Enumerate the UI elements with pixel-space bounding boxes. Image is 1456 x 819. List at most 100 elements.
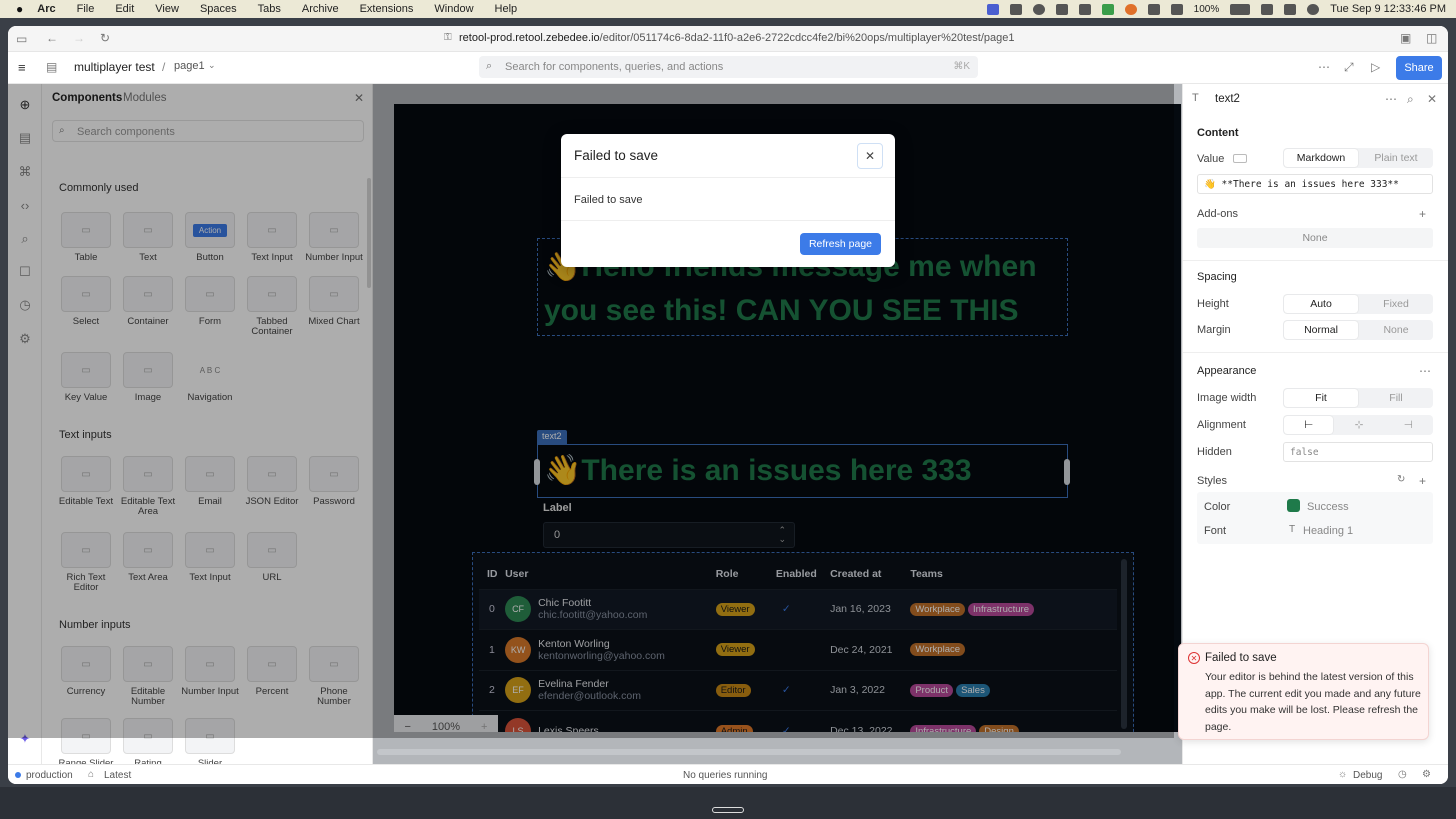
share-button[interactable]: Share (1396, 56, 1442, 80)
onepassword-icon[interactable] (1032, 3, 1045, 15)
split-view-icon[interactable]: ◫ (1426, 31, 1437, 45)
extension-icon[interactable]: ▣ (1400, 31, 1411, 45)
wifi-icon[interactable] (1261, 3, 1274, 15)
value-label: Value (1197, 153, 1225, 165)
env-name[interactable]: production (26, 770, 73, 781)
value-mode-markdown[interactable]: Markdown (1284, 149, 1358, 167)
image-width-fit[interactable]: Fit (1284, 389, 1358, 407)
settings-status-icon[interactable]: ⚙ (1422, 769, 1431, 780)
search-shortcut: ⌘K (953, 61, 970, 72)
headphones-icon[interactable] (1170, 3, 1183, 15)
spacing-section-title[interactable]: Spacing (1197, 271, 1237, 283)
menu-help[interactable]: Help (495, 3, 518, 15)
height-toggle[interactable]: Auto Fixed (1283, 294, 1433, 314)
menubar-clock: Tue Sep 9 12:33:46 PM (1330, 3, 1446, 15)
debug-button[interactable]: Debug (1353, 770, 1382, 781)
color-swatch[interactable] (1287, 499, 1300, 512)
align-right-icon[interactable]: ⊣ (1384, 415, 1433, 435)
margin-toggle[interactable]: Normal None (1283, 320, 1433, 340)
grammarly-icon[interactable] (1055, 3, 1068, 15)
modal-close-button[interactable]: ✕ (857, 143, 883, 169)
modal-title: Failed to save (574, 148, 659, 163)
stats-icon[interactable] (1009, 3, 1022, 15)
menu-edit[interactable]: Edit (115, 3, 134, 15)
more-icon[interactable]: ⋯ (1318, 60, 1330, 74)
global-search-placeholder: Search for components, queries, and acti… (505, 61, 724, 73)
sidebar-toggle-icon[interactable]: ▭ (16, 32, 27, 46)
markdown-badge-icon (1233, 154, 1247, 163)
close-icon: ✕ (864, 149, 876, 163)
inspector-more-icon[interactable]: ⋯ (1385, 92, 1397, 106)
value-mode-plaintext[interactable]: Plain text (1359, 148, 1433, 168)
menu-extensions[interactable]: Extensions (360, 3, 414, 15)
url-text[interactable]: retool-prod.retool.zebedee.io/editor/051… (459, 32, 1014, 44)
color-value[interactable]: Success (1307, 501, 1349, 513)
sync-icon[interactable] (1124, 3, 1137, 15)
error-modal: Failed to save ✕ Failed to save Refresh … (561, 134, 895, 267)
height-label: Height (1197, 298, 1229, 310)
screen-share-icon[interactable] (986, 3, 999, 15)
battery-icon[interactable] (1230, 3, 1251, 15)
inspector-component-name[interactable]: text2 (1215, 93, 1240, 105)
modal-divider (561, 177, 895, 178)
margin-none[interactable]: None (1359, 320, 1433, 340)
height-auto[interactable]: Auto (1284, 295, 1358, 313)
appearance-more-icon[interactable]: ⋯ (1419, 364, 1431, 378)
addons-none[interactable]: None (1197, 228, 1433, 248)
menu-window[interactable]: Window (434, 3, 473, 15)
history-status-icon[interactable]: ◷ (1398, 769, 1407, 780)
add-addon-icon[interactable]: + (1419, 207, 1426, 221)
reset-styles-icon[interactable]: ↻ (1397, 474, 1405, 485)
align-left-icon[interactable]: ⊢ (1284, 416, 1334, 434)
url-bar: ▭ ← → ↻ ⚿ retool-prod.retool.zebedee.io/… (8, 26, 1448, 52)
reload-icon[interactable]: ↻ (100, 31, 110, 45)
menu-view[interactable]: View (155, 3, 179, 15)
appearance-section-title[interactable]: Appearance (1197, 365, 1256, 377)
hidden-input[interactable]: false (1283, 442, 1433, 462)
menu-app-name[interactable]: Arc (37, 3, 55, 15)
image-width-fill[interactable]: Fill (1359, 388, 1433, 408)
global-search[interactable]: ⌕ Search for components, queries, and ac… (479, 56, 978, 78)
content-section-title[interactable]: Content (1197, 127, 1239, 139)
siri-icon[interactable] (1307, 3, 1320, 15)
status-bar: production ⌂ Latest No queries running ☼… (8, 764, 1448, 784)
cloud-icon[interactable] (1101, 3, 1114, 15)
inspector-close-icon[interactable]: ✕ (1427, 92, 1437, 106)
retool-logo-icon[interactable]: ≡ (18, 60, 26, 75)
text-type-icon: T (1192, 92, 1199, 104)
canvas-hscrollbar[interactable] (377, 749, 1121, 755)
dock-area (0, 787, 1456, 819)
lock-icon: ⚿ (444, 32, 452, 43)
menu-tabs[interactable]: Tabs (258, 3, 281, 15)
refresh-page-button[interactable]: Refresh page (800, 233, 881, 255)
styles-label: Styles (1197, 475, 1227, 487)
version-label[interactable]: Latest (104, 770, 131, 781)
inspector-search-icon[interactable]: ⌕ (1407, 92, 1414, 107)
back-icon[interactable]: ← (46, 31, 58, 45)
app-name[interactable]: multiplayer test (74, 60, 155, 74)
align-center-icon[interactable]: ⊹ (1334, 415, 1383, 435)
add-style-icon[interactable]: + (1419, 474, 1426, 488)
menu-file[interactable]: File (77, 3, 95, 15)
expand-icon[interactable]: ⤢ (1344, 60, 1354, 75)
page-selector[interactable]: page1 (174, 60, 205, 72)
bluetooth-icon[interactable] (1147, 3, 1160, 15)
menu-archive[interactable]: Archive (302, 3, 339, 15)
preview-play-icon[interactable]: ▷ (1371, 60, 1380, 74)
font-value[interactable]: Heading 1 (1303, 525, 1353, 537)
height-fixed[interactable]: Fixed (1359, 294, 1433, 314)
alignment-toggle[interactable]: ⊢ ⊹ ⊣ (1283, 415, 1433, 435)
image-width-toggle[interactable]: Fit Fill (1283, 388, 1433, 408)
env-dot-icon (15, 772, 21, 778)
grid-icon[interactable] (1078, 3, 1091, 15)
value-mode-toggle[interactable]: Markdown Plain text (1283, 148, 1433, 168)
value-editor[interactable]: 👋 **There is an issues here 333** (1197, 174, 1433, 194)
apple-icon[interactable]: ● (16, 2, 23, 16)
chevron-down-icon[interactable]: ⌄ (208, 60, 216, 71)
menu-spaces[interactable]: Spaces (200, 3, 237, 15)
font-label: Font (1204, 525, 1227, 537)
pages-icon[interactable]: ▤ (46, 60, 57, 74)
forward-icon[interactable]: → (73, 31, 85, 45)
margin-normal[interactable]: Normal (1284, 321, 1358, 339)
control-center-icon[interactable] (1284, 3, 1297, 15)
